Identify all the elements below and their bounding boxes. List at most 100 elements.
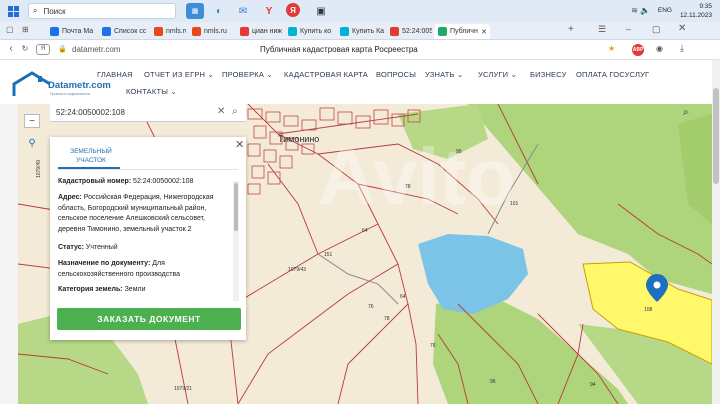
- menu-services[interactable]: УСЛУГИ ⌄: [478, 70, 517, 79]
- menu-home[interactable]: ГЛАВНАЯ: [97, 70, 133, 79]
- logo-text[interactable]: Datametr.com: [48, 80, 111, 91]
- close-window-icon[interactable]: ✕: [678, 23, 686, 34]
- bookmarks-icon[interactable]: ☰: [598, 24, 606, 35]
- close-tab-icon[interactable]: ✕: [481, 28, 487, 36]
- tab-favicon-icon: [50, 27, 59, 36]
- chevron-down-icon: ⌄: [207, 70, 214, 79]
- tab-favicon-icon: [340, 27, 349, 36]
- tab-favicon-icon: [154, 27, 163, 36]
- maximize-icon[interactable]: ▢: [652, 24, 661, 35]
- page-scrollbar-thumb[interactable]: [713, 88, 719, 184]
- parcel-label: 76: [368, 304, 374, 310]
- search-icon[interactable]: ⌕: [232, 106, 238, 117]
- menu-check-label: ПРОВЕРКА: [222, 70, 265, 79]
- widgets-icon[interactable]: ▦: [186, 3, 204, 19]
- clock-date: 12.11.2023: [679, 12, 712, 19]
- explorer-icon[interactable]: ▣: [312, 3, 330, 19]
- chevron-down-icon: ⌄: [170, 87, 177, 96]
- menu-contacts[interactable]: КОНТАКТЫ ⌄: [126, 87, 177, 96]
- wifi-icon[interactable]: ≋: [631, 6, 638, 15]
- url-text[interactable]: datametr.com: [72, 45, 120, 54]
- tab-favicon-icon: [192, 27, 201, 36]
- tab-list-icon[interactable]: ▢: [6, 25, 14, 34]
- menu-check[interactable]: ПРОВЕРКА ⌄: [222, 70, 273, 79]
- tab-land-parcel[interactable]: ЗЕМЕЛЬНЫЙ УЧАСТОК: [62, 147, 120, 165]
- browser-tab[interactable]: nmls.ru: [150, 24, 186, 39]
- order-document-button[interactable]: ЗАКАЗАТЬ ДОКУМЕНТ: [57, 308, 241, 330]
- tab-label: Почта Ма: [62, 28, 94, 35]
- yandex-home-icon[interactable]: Я: [36, 44, 50, 55]
- parcel-label: 1079/49: [36, 159, 43, 179]
- land-category-value: Земли: [124, 286, 146, 293]
- page-scrollbar[interactable]: [712, 60, 720, 404]
- minimize-icon[interactable]: –: [626, 24, 631, 34]
- yandex-browser-icon[interactable]: Y: [260, 3, 278, 19]
- parcel-label: 96: [490, 379, 496, 385]
- browser-tab[interactable]: 52:24:0050: [386, 24, 432, 39]
- land-category-label: Категория земель:: [58, 286, 123, 293]
- reload-icon[interactable]: ↻: [18, 44, 32, 53]
- browser-tab[interactable]: циан ниж: [236, 24, 282, 39]
- menu-cadastral-map[interactable]: КАДАСТРОВАЯ КАРТА: [284, 70, 368, 79]
- browser-tab[interactable]: Список сс: [98, 24, 148, 39]
- lang-indicator[interactable]: ENG: [658, 7, 672, 14]
- tab-favicon-icon: [390, 27, 399, 36]
- tab-label: Купить Ка: [352, 28, 384, 35]
- address-label: Адрес:: [58, 194, 82, 201]
- menu-learn[interactable]: УЗНАТЬ ⌄: [425, 70, 463, 79]
- menu-questions[interactable]: ВОПРОСЫ: [376, 70, 416, 79]
- extensions-icon[interactable]: ◉: [656, 44, 663, 53]
- page-title: Публичная кадастровая карта Росреестра: [260, 45, 418, 54]
- mail-icon[interactable]: ✉: [234, 3, 252, 19]
- chevron-down-icon: ⌄: [510, 70, 518, 79]
- browser-tab[interactable]: Почта Ма: [46, 24, 96, 39]
- menu-contacts-label: КОНТАКТЫ: [126, 87, 169, 96]
- panel-content: Кадастровый номер: 52:24:0050002:108 Адр…: [50, 173, 233, 301]
- cadastral-search-bar: ✕ ⌕: [50, 104, 246, 122]
- bookmark-star-icon[interactable]: ★: [608, 44, 615, 53]
- address-value: Российская Федерация, Нижегородская обла…: [58, 194, 214, 233]
- browser-tab[interactable]: Публичн ✕: [434, 24, 490, 39]
- menu-business[interactable]: БИЗНЕСУ: [530, 70, 567, 79]
- parcel-info-panel: ЗЕМЕЛЬНЫЙ УЧАСТОК ✕ Кадастровый номер: 5…: [50, 137, 246, 340]
- status-value: Учтенный: [85, 244, 118, 251]
- zoom-out-button[interactable]: −: [24, 114, 40, 128]
- edge-icon[interactable]: ◐: [210, 3, 228, 19]
- new-tab-icon[interactable]: +: [568, 24, 574, 35]
- browser-tab[interactable]: Купить Ка: [336, 24, 384, 39]
- map-search-icon[interactable]: ⌕: [683, 107, 689, 118]
- tab-label: nmls.ru: [166, 28, 186, 35]
- windows-start-icon[interactable]: [4, 3, 22, 19]
- adblock-icon[interactable]: ABP: [632, 44, 644, 56]
- browser-tab[interactable]: nmls.ru: [188, 24, 234, 39]
- back-icon[interactable]: ‹: [4, 43, 18, 54]
- purpose-label: Назначение по документу:: [58, 260, 151, 267]
- logo-subtitle: Проверка недвижимости: [50, 92, 91, 96]
- chevron-down-icon: ⌄: [266, 70, 273, 79]
- browser-tab[interactable]: Купить ко: [284, 24, 334, 39]
- system-tray: 9:35 12.11.2023: [680, 2, 712, 20]
- menu-egrn-report[interactable]: ОТЧЕТ ИЗ ЕГРН ⌄: [144, 70, 214, 79]
- cadastral-search-input[interactable]: [50, 104, 210, 121]
- site-header: Datametr.com Проверка недвижимости ГЛАВН…: [0, 60, 712, 104]
- download-icon[interactable]: ⤓: [680, 43, 684, 54]
- avito-watermark: Avito: [318, 132, 515, 221]
- tab-grid-icon[interactable]: ⊞: [22, 25, 29, 34]
- taskbar-search-label: Поиск: [43, 6, 66, 16]
- parcel-label: 64: [362, 228, 368, 234]
- location-marker-icon[interactable]: ⚲: [24, 136, 40, 150]
- close-icon[interactable]: ✕: [235, 138, 244, 151]
- clear-icon[interactable]: ✕: [217, 106, 225, 117]
- parcel-label: 94: [590, 382, 596, 388]
- menu-gosuslugi[interactable]: ОПЛАТА ГОСУСЛУГ: [576, 70, 649, 79]
- yandex-icon[interactable]: Я: [286, 3, 300, 17]
- volume-icon[interactable]: 🔈: [640, 6, 650, 15]
- panel-scrollbar-thumb[interactable]: [234, 183, 238, 231]
- panel-scrollbar[interactable]: [233, 181, 239, 301]
- menu-services-label: УСЛУГИ: [478, 70, 509, 79]
- parcel-label: 1079/21: [174, 386, 193, 392]
- taskbar-search[interactable]: ⌕ Поиск: [28, 3, 176, 19]
- cadastral-number-value: 52:24:0050002:108: [133, 178, 194, 185]
- tab-label: Публичн: [450, 28, 478, 35]
- tab-favicon-icon: [102, 27, 111, 36]
